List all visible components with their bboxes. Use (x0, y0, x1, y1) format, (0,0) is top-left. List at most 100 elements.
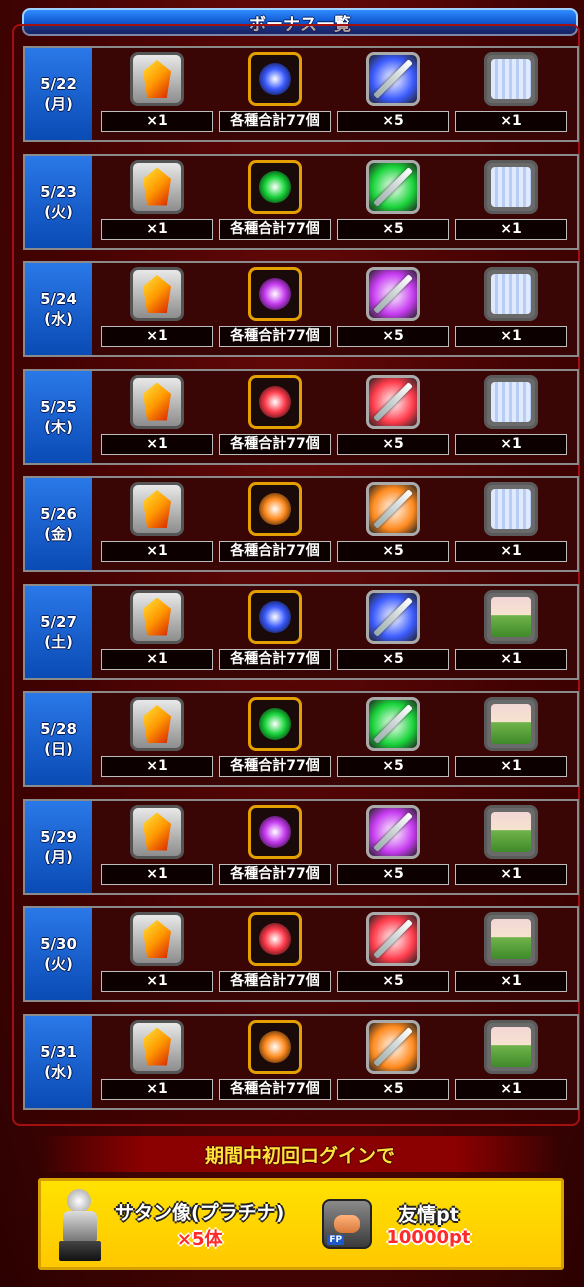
orb-icon (248, 589, 302, 644)
reward-friendship-name: 友情pt (398, 1204, 459, 1226)
date-label: 5/22 (40, 75, 77, 93)
monster-stone-icon (130, 482, 184, 536)
orb-icon (248, 912, 302, 966)
weekday-label: (日) (44, 740, 73, 758)
reward-item: ×1 (98, 371, 216, 463)
monster-stone-icon (130, 52, 184, 106)
reward-quantity: ×5 (337, 648, 449, 670)
date-box: 5/24 (水) (25, 263, 92, 355)
reward-item: 各種合計77個 (216, 801, 334, 893)
weekday-label: (月) (44, 847, 73, 866)
reward-quantity: 各種合計77個 (219, 1078, 331, 1100)
date-box: 5/25 (木) (25, 370, 92, 463)
reward-quantity: ×5 (337, 326, 449, 347)
reward-quantity: ×1 (101, 218, 213, 240)
reward-quantity: ×1 (455, 1078, 567, 1100)
reward-items: ×1 各種合計77個 ×5 ×1 (92, 1016, 577, 1108)
curtain-frame-icon (484, 267, 538, 321)
bonus-day-row: 5/28 (日) ×1 各種合計77個 ×5 ×1 (23, 691, 579, 787)
bonus-day-row: 5/27 (土) ×1 各種合計77個 ×5 ×1 (23, 583, 579, 680)
sword-icon (366, 374, 420, 429)
reward-item: ×5 (334, 48, 452, 140)
reward-item: ×5 (334, 586, 452, 678)
reward-quantity: ×5 (337, 1078, 449, 1100)
date-label: 5/26 (40, 505, 77, 523)
reward-item: ×5 (334, 1016, 452, 1108)
first-login-reward-box: サタン像(プラチナ) ×5体 FP 友情pt 10000pt (38, 1178, 564, 1270)
orb-icon (248, 482, 302, 536)
weekday-label: (水) (44, 310, 73, 328)
reward-quantity: ×5 (337, 111, 449, 132)
landscape-frame-icon (484, 697, 538, 751)
reward-item: ×5 (334, 478, 452, 570)
sword-icon (366, 804, 420, 859)
bonus-day-row: 5/25 (木) ×1 各種合計77個 ×5 ×1 (23, 368, 579, 465)
reward-quantity: 各種合計77個 (219, 971, 331, 992)
orb-icon (248, 1019, 302, 1074)
reward-item: ×1 (98, 801, 216, 893)
sword-icon (366, 589, 420, 644)
weekday-label: (木) (44, 417, 73, 436)
date-label: 5/30 (40, 935, 77, 953)
reward-quantity: ×1 (455, 433, 567, 455)
landscape-frame-icon (484, 912, 538, 966)
date-box: 5/28 (日) (25, 693, 92, 785)
reward-item: ×5 (334, 693, 452, 785)
monster-stone-icon (130, 589, 184, 644)
reward-item: ×5 (334, 801, 452, 893)
reward-item: 各種合計77個 (216, 586, 334, 678)
reward-statue-qty: ×5体 (176, 1228, 223, 1250)
monster-stone-icon (130, 697, 184, 751)
reward-quantity: ×1 (101, 971, 213, 992)
bonus-day-row: 5/30 (火) ×1 各種合計77個 ×5 ×1 (23, 906, 579, 1002)
reward-statue-name: サタン像(プラチナ) (115, 1201, 285, 1224)
monster-stone-icon (130, 267, 184, 321)
reward-quantity: 各種合計77個 (219, 326, 331, 347)
monster-stone-icon (130, 912, 184, 966)
reward-quantity: 各種合計77個 (219, 111, 331, 132)
reward-friendship: 友情pt 10000pt (386, 1200, 470, 1248)
bonus-day-row: 5/24 (水) ×1 各種合計77個 ×5 ×1 (23, 261, 579, 357)
reward-quantity: ×1 (101, 111, 213, 132)
weekday-label: (火) (44, 202, 73, 221)
landscape-frame-icon (484, 804, 538, 859)
reward-quantity: 各種合計77個 (219, 541, 331, 562)
reward-items: ×1 各種合計77個 ×5 ×1 (92, 908, 577, 1000)
reward-item: ×5 (334, 156, 452, 248)
date-label: 5/28 (40, 720, 77, 738)
reward-quantity: ×1 (455, 756, 567, 777)
reward-item: 各種合計77個 (216, 48, 334, 140)
date-box: 5/26 (金) (25, 478, 92, 570)
reward-item: 各種合計77個 (216, 908, 334, 1000)
weekday-label: (月) (44, 95, 73, 113)
reward-quantity: ×5 (337, 218, 449, 240)
reward-items: ×1 各種合計77個 ×5 ×1 (92, 586, 577, 678)
sword-icon (366, 267, 420, 321)
reward-items: ×1 各種合計77個 ×5 ×1 (92, 801, 577, 893)
reward-quantity: ×5 (337, 971, 449, 992)
reward-quantity: 各種合計77個 (219, 648, 331, 670)
monster-stone-icon (130, 159, 184, 214)
reward-item: 各種合計77個 (216, 478, 334, 570)
orb-icon (248, 159, 302, 214)
reward-item: ×1 (452, 478, 570, 570)
first-login-banner-text: 期間中初回ログインで (204, 1144, 395, 1167)
reward-quantity: ×5 (337, 756, 449, 777)
reward-item: ×1 (452, 156, 570, 248)
reward-quantity: ×5 (337, 541, 449, 562)
landscape-frame-icon (484, 589, 538, 644)
orb-icon (248, 52, 302, 106)
monster-stone-icon (130, 804, 184, 859)
date-label: 5/29 (40, 827, 77, 846)
reward-item: ×5 (334, 263, 452, 355)
sword-icon (366, 159, 420, 214)
curtain-frame-icon (484, 159, 538, 214)
reward-item: ×1 (452, 1016, 570, 1108)
reward-quantity: ×1 (101, 433, 213, 455)
monster-stone-icon (130, 374, 184, 429)
reward-quantity: ×1 (455, 326, 567, 347)
date-box: 5/27 (土) (25, 585, 92, 678)
curtain-frame-icon (484, 374, 538, 429)
reward-quantity: ×1 (101, 648, 213, 670)
reward-quantity: ×1 (455, 218, 567, 240)
